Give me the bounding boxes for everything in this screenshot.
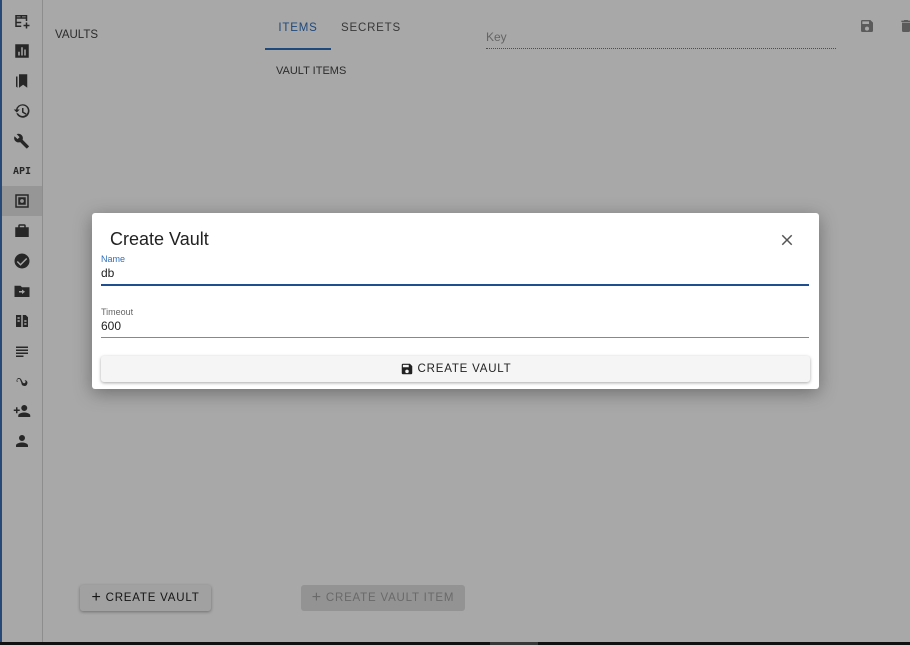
save-icon: [401, 363, 412, 375]
dialog-title: Create Vault: [110, 229, 209, 249]
timeout-field-label: Timeout: [101, 307, 134, 317]
timeout-field: Timeout: [101, 307, 809, 338]
dialog-create-vault-label: CREATE VAULT: [417, 363, 512, 375]
name-field: Name: [101, 254, 809, 286]
name-field-label: Name: [101, 254, 126, 264]
close-icon: [781, 234, 793, 246]
timeout-input[interactable]: [101, 317, 809, 338]
name-input[interactable]: [101, 264, 809, 286]
create-vault-dialog: Create Vault Name Timeout CREATE VAULT: [92, 213, 819, 389]
dialog-create-vault-button[interactable]: CREATE VAULT: [101, 356, 810, 382]
close-button[interactable]: [778, 231, 796, 249]
